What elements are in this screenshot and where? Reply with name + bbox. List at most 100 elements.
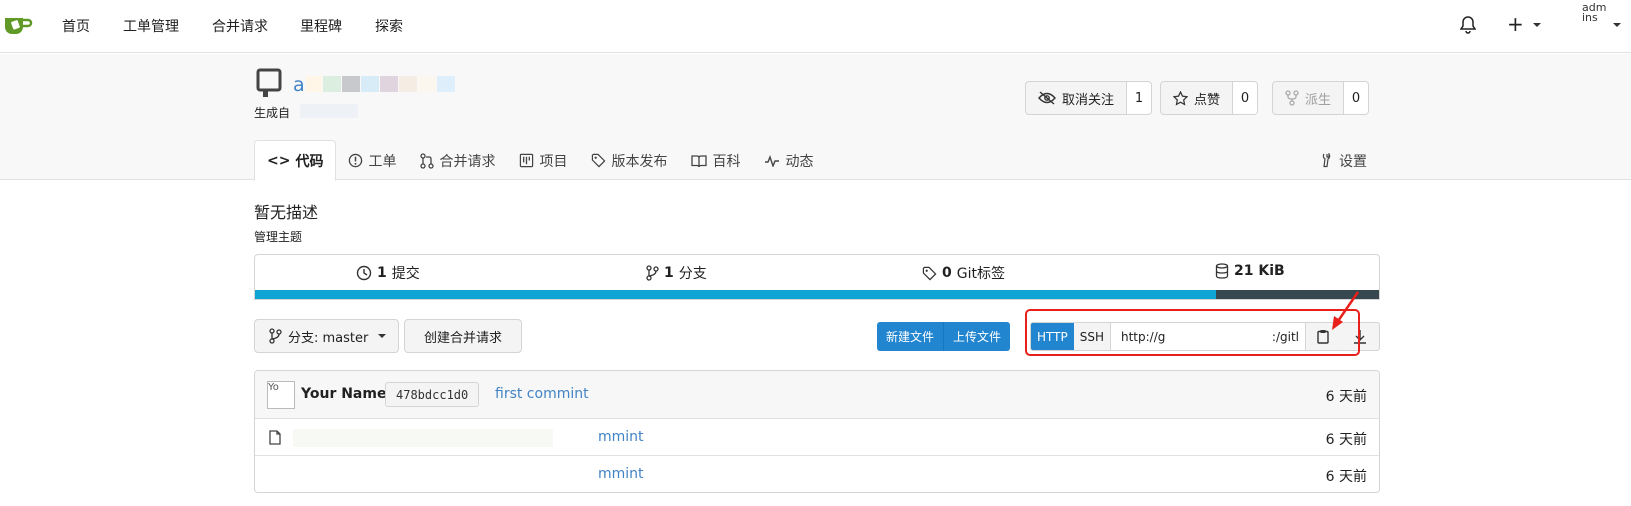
latest-commit-row: Yo Your Name 478bdcc1d0 first commint 6 … — [255, 371, 1379, 418]
star-icon — [1173, 90, 1188, 106]
star-count[interactable]: 0 — [1233, 82, 1258, 114]
repo-template-icon — [256, 68, 282, 98]
redacted-block — [342, 76, 360, 92]
gitea-logo-icon[interactable] — [3, 12, 33, 38]
tab-releases[interactable]: 版本发布 — [579, 140, 679, 181]
tag-icon — [922, 266, 937, 280]
redacted-block — [399, 76, 417, 92]
tab-label: 工单 — [368, 153, 397, 170]
repo-description: 暂无描述 — [254, 203, 319, 222]
chevron-down-icon — [378, 334, 387, 338]
nav-issues[interactable]: 工单管理 — [123, 16, 179, 36]
book-icon — [691, 154, 708, 167]
tags-label: Git标签 — [956, 266, 1005, 282]
language-stats-bar[interactable] — [255, 290, 1379, 299]
tag-icon — [592, 153, 606, 168]
unwatch-label: 取消关注 — [1062, 92, 1115, 108]
redacted-block — [323, 76, 341, 92]
eye-closed-icon — [1038, 91, 1056, 105]
nav-milestones[interactable]: 里程碑 — [300, 16, 342, 36]
file-commit-time: 6 天前 — [1325, 432, 1367, 448]
user-avatar[interactable]: admins — [1582, 2, 1608, 49]
repo-size: 21 KiB — [1234, 263, 1285, 279]
branch-label: 分支: master — [288, 330, 369, 346]
redacted-block — [380, 76, 398, 92]
manage-topics-link[interactable]: 管理主题 — [254, 228, 302, 245]
fork-count[interactable]: 0 — [1344, 82, 1369, 114]
table-row[interactable]: mmint 6 天前 — [255, 418, 1379, 455]
create-new-button[interactable]: + — [1507, 14, 1524, 34]
watch-count[interactable]: 1 — [1127, 82, 1152, 114]
repo-name[interactable]: a — [293, 74, 305, 96]
redacted-block — [361, 76, 379, 92]
commit-message[interactable]: first commint — [495, 386, 589, 402]
history-icon — [356, 265, 372, 281]
fork-button[interactable]: 派生 — [1273, 82, 1345, 114]
upload-file-button[interactable]: 上传文件 — [943, 322, 1011, 351]
branch-dropdown[interactable]: 分支: master — [254, 319, 399, 353]
commit-sha[interactable]: 478bdcc1d0 — [385, 382, 480, 407]
commits-count: 1 — [377, 265, 387, 281]
fork-label: 派生 — [1305, 92, 1332, 108]
branches-count: 1 — [664, 265, 674, 281]
file-commit-time: 6 天前 — [1325, 469, 1367, 485]
tab-label: 版本发布 — [611, 153, 668, 170]
tab-wiki[interactable]: 百科 — [679, 140, 752, 181]
pull-request-icon — [420, 152, 435, 169]
project-icon — [520, 153, 534, 168]
branches-stat[interactable]: 1 分支 — [646, 263, 707, 283]
table-row[interactable]: mmint 6 天前 — [255, 455, 1379, 492]
nav-home[interactable]: 首页 — [62, 16, 90, 36]
tags-stat[interactable]: 0 Git标签 — [922, 263, 1005, 283]
tab-settings[interactable]: 设置 — [1320, 140, 1367, 181]
tab-label: 合并请求 — [439, 153, 496, 170]
redacted-block — [300, 104, 358, 118]
user-dropdown-caret-icon[interactable] — [1613, 23, 1621, 27]
branch-icon — [646, 265, 659, 281]
branch-icon — [269, 328, 282, 344]
redacted-block — [437, 76, 455, 92]
tab-label: 代码 — [295, 153, 324, 170]
fork-button-group[interactable]: 派生 0 — [1272, 81, 1370, 115]
repo-header: a 生成自 取消关注 1 点赞 0 派生 0 <> 代码 工单 合并请求 项目 … — [0, 54, 1631, 181]
tab-code[interactable]: <> 代码 — [254, 140, 337, 181]
issue-icon — [349, 153, 363, 168]
commit-author[interactable]: Your Name — [301, 386, 386, 402]
database-icon — [1215, 263, 1229, 279]
annotation-arrow-icon — [1330, 290, 1362, 332]
annotation-highlight-box — [1025, 309, 1360, 356]
create-pull-request-button[interactable]: 创建合并请求 — [404, 319, 522, 353]
language-segment — [255, 290, 1217, 299]
redacted-block — [306, 76, 322, 92]
star-button-group[interactable]: 点赞 0 — [1160, 81, 1259, 115]
nav-explore[interactable]: 探索 — [375, 16, 403, 36]
commits-stat[interactable]: 1 提交 — [356, 263, 420, 283]
new-file-button[interactable]: 新建文件 — [877, 322, 944, 351]
tab-label: 动态 — [785, 153, 814, 170]
create-dropdown-caret-icon[interactable] — [1533, 23, 1541, 27]
branches-label: 分支 — [678, 266, 707, 282]
commit-time: 6 天前 — [1325, 389, 1367, 405]
tab-projects[interactable]: 项目 — [507, 140, 579, 181]
file-commit-message[interactable]: mmint — [598, 466, 644, 482]
wrench-icon — [1322, 153, 1331, 168]
fork-icon — [1285, 90, 1299, 106]
notification-bell-icon[interactable] — [1460, 16, 1476, 34]
commit-author-avatar[interactable]: Yo — [267, 381, 295, 409]
file-commit-message[interactable]: mmint — [598, 429, 644, 445]
nav-pull-requests[interactable]: 合并请求 — [212, 16, 268, 36]
commits-label: 提交 — [391, 266, 420, 282]
star-button[interactable]: 点赞 — [1161, 82, 1234, 114]
redacted-block — [293, 429, 553, 447]
unwatch-button[interactable]: 取消关注 — [1026, 82, 1128, 114]
tab-pull-requests[interactable]: 合并请求 — [408, 140, 507, 181]
tags-count: 0 — [942, 265, 952, 281]
repo-stats-bar: 1 提交 1 分支 0 Git标签 21 KiB — [254, 254, 1380, 300]
file-table: Yo Your Name 478bdcc1d0 first commint 6 … — [254, 370, 1380, 493]
tab-activity[interactable]: 动态 — [752, 140, 825, 181]
size-stat: 21 KiB — [1215, 263, 1285, 279]
tab-issues[interactable]: 工单 — [336, 140, 408, 181]
code-icon: <> — [267, 152, 291, 169]
unwatch-button-group[interactable]: 取消关注 1 — [1025, 81, 1153, 115]
top-navbar: 首页 工单管理 合并请求 里程碑 探索 + admins — [0, 0, 1631, 53]
